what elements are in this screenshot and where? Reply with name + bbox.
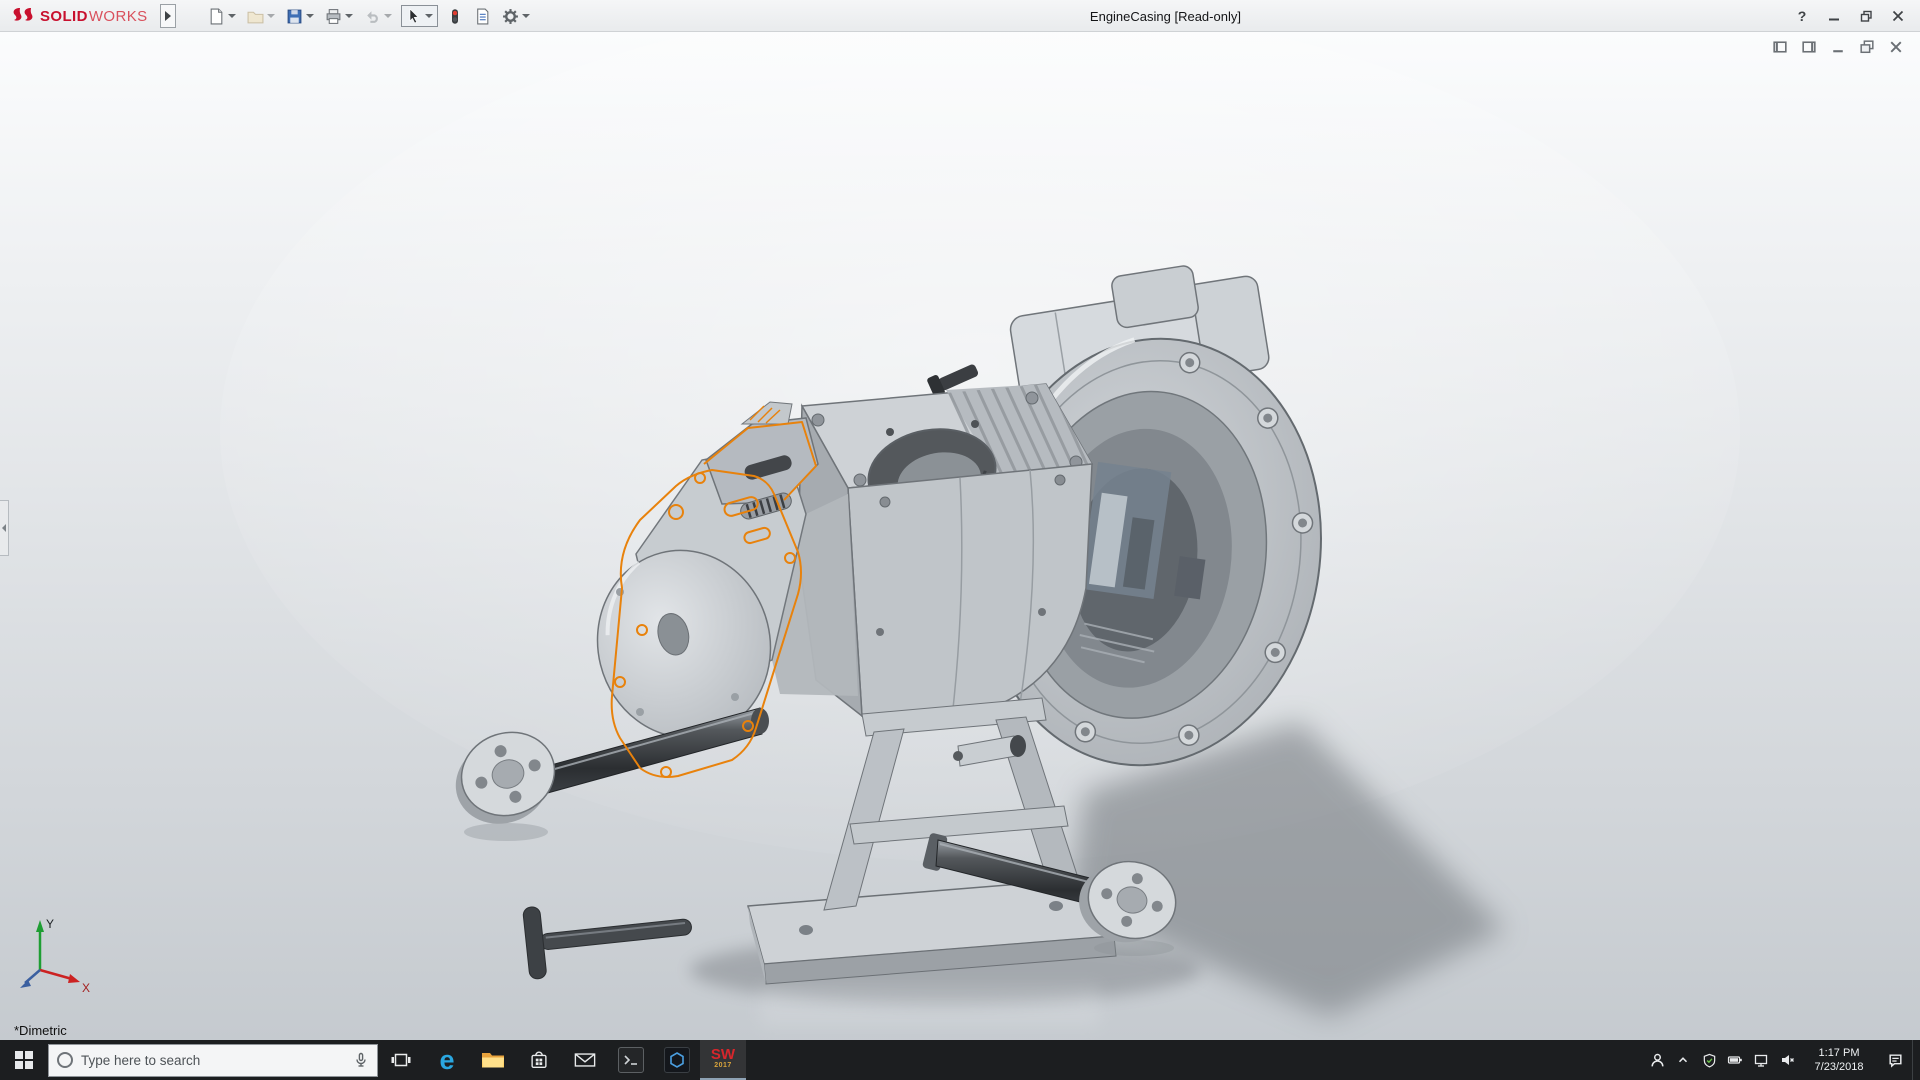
file-explorer-icon: [481, 1050, 505, 1070]
store-icon: [528, 1049, 550, 1071]
hidden-icons-button[interactable]: [1670, 1040, 1696, 1080]
open-document-icon: [247, 8, 264, 25]
undo-button[interactable]: [362, 6, 394, 27]
battery-button[interactable]: [1722, 1040, 1748, 1080]
undo-icon: [364, 8, 381, 25]
network-button[interactable]: [1748, 1040, 1774, 1080]
people-icon: [1649, 1052, 1666, 1069]
logo-text-works: WORKS: [89, 8, 148, 25]
microphone-icon[interactable]: [353, 1052, 369, 1068]
hexagon-app-icon: [664, 1047, 690, 1073]
quick-access-toolbar: [206, 0, 532, 32]
open-document-button[interactable]: [245, 6, 277, 27]
action-center-button[interactable]: [1878, 1040, 1912, 1080]
view-orientation-label: *Dimetric: [14, 1023, 67, 1038]
select-tool-button[interactable]: [401, 5, 438, 27]
windows-taskbar: e SW 2017: [0, 1040, 1920, 1080]
restore-icon: [1860, 10, 1873, 23]
volume-mute-icon: [1779, 1052, 1795, 1068]
close-document-button[interactable]: [1886, 37, 1906, 57]
file-properties-button[interactable]: [472, 6, 493, 27]
options-gear-icon: [502, 8, 519, 25]
previous-document-button[interactable]: [1770, 37, 1790, 57]
minimize-document-button[interactable]: [1828, 37, 1848, 57]
window-controls: ?: [1788, 0, 1912, 32]
rebuild-traffic-light-icon: [447, 8, 463, 25]
print-button[interactable]: [323, 6, 355, 27]
dropdown-caret-icon[interactable]: [267, 14, 275, 18]
close-button[interactable]: [1884, 2, 1912, 30]
terminal-icon: [618, 1047, 644, 1073]
print-icon: [325, 8, 342, 25]
task-view-icon: [391, 1051, 411, 1069]
cad-app-button[interactable]: [654, 1040, 700, 1080]
edge-icon: e: [439, 1048, 454, 1072]
rebuild-button[interactable]: [445, 6, 465, 27]
solidworks-logo: SOLIDWORKS: [10, 0, 148, 32]
file-properties-icon: [474, 8, 491, 25]
chevron-up-icon: [1676, 1053, 1690, 1067]
mail-button[interactable]: [562, 1040, 608, 1080]
document-window-controls: [1770, 37, 1906, 57]
restore-document-button[interactable]: [1857, 37, 1877, 57]
restore-button[interactable]: [1852, 2, 1880, 30]
dropdown-caret-icon[interactable]: [425, 14, 433, 18]
clock-time: 1:17 PM: [1819, 1046, 1860, 1060]
triad-y-label: Y: [46, 917, 54, 931]
dassault-systemes-logo-icon: [10, 7, 36, 25]
mail-icon: [574, 1051, 596, 1069]
shield-icon: [1702, 1053, 1717, 1068]
defender-button[interactable]: [1696, 1040, 1722, 1080]
people-button[interactable]: [1644, 1040, 1670, 1080]
document-title: EngineCasing [Read-only]: [1090, 0, 1241, 32]
close-icon: [1892, 10, 1904, 22]
minimize-button[interactable]: [1820, 2, 1848, 30]
network-icon: [1753, 1052, 1769, 1068]
store-button[interactable]: [516, 1040, 562, 1080]
dropdown-caret-icon[interactable]: [345, 14, 353, 18]
solidworks-taskbar-icon: SW 2017: [711, 1049, 735, 1071]
taskbar-clock[interactable]: 1:17 PM 7/23/2018: [1800, 1040, 1878, 1080]
next-document-button[interactable]: [1799, 37, 1819, 57]
file-explorer-button[interactable]: [470, 1040, 516, 1080]
dropdown-caret-icon[interactable]: [384, 14, 392, 18]
minimize-icon: [1828, 10, 1840, 22]
panel-expand-arrow-icon: [2, 524, 6, 532]
windows-logo-icon: [15, 1051, 33, 1069]
task-view-button[interactable]: [378, 1040, 424, 1080]
toolbar-flyout-button[interactable]: [160, 4, 176, 28]
help-icon: ?: [1798, 8, 1807, 24]
graphics-viewport[interactable]: Y X *Dimetric: [0, 32, 1920, 1040]
clock-date: 7/23/2018: [1815, 1060, 1864, 1074]
logo-text-solid: SOLID: [40, 8, 88, 25]
help-button[interactable]: ?: [1788, 2, 1816, 30]
edge-browser-button[interactable]: e: [424, 1040, 470, 1080]
triad-x-label: X: [82, 981, 90, 995]
dropdown-caret-icon[interactable]: [228, 14, 236, 18]
solidworks-app-button[interactable]: SW 2017: [700, 1040, 746, 1080]
flyout-arrow-icon: [165, 11, 171, 21]
title-bar: SOLIDWORKS: [0, 0, 1920, 32]
feature-manager-collapsed-tab[interactable]: [0, 500, 9, 556]
options-button[interactable]: [500, 6, 532, 27]
select-cursor-icon: [406, 8, 422, 24]
terminal-button[interactable]: [608, 1040, 654, 1080]
volume-button[interactable]: [1774, 1040, 1800, 1080]
new-document-icon: [208, 8, 225, 25]
dropdown-caret-icon[interactable]: [306, 14, 314, 18]
show-desktop-strip[interactable]: [1912, 1040, 1920, 1080]
dropdown-caret-icon[interactable]: [522, 14, 530, 18]
cortana-icon: [57, 1052, 73, 1068]
save-icon: [286, 8, 303, 25]
engine-casing-model[interactable]: [0, 32, 1920, 1040]
search-input[interactable]: [81, 1053, 345, 1068]
start-button[interactable]: [0, 1040, 48, 1080]
action-center-icon: [1887, 1052, 1904, 1069]
taskbar-search[interactable]: [48, 1044, 378, 1077]
save-button[interactable]: [284, 6, 316, 27]
system-tray: 1:17 PM 7/23/2018: [1644, 1040, 1920, 1080]
reference-triad: Y X: [8, 912, 98, 1002]
battery-icon: [1727, 1052, 1743, 1068]
new-document-button[interactable]: [206, 6, 238, 27]
